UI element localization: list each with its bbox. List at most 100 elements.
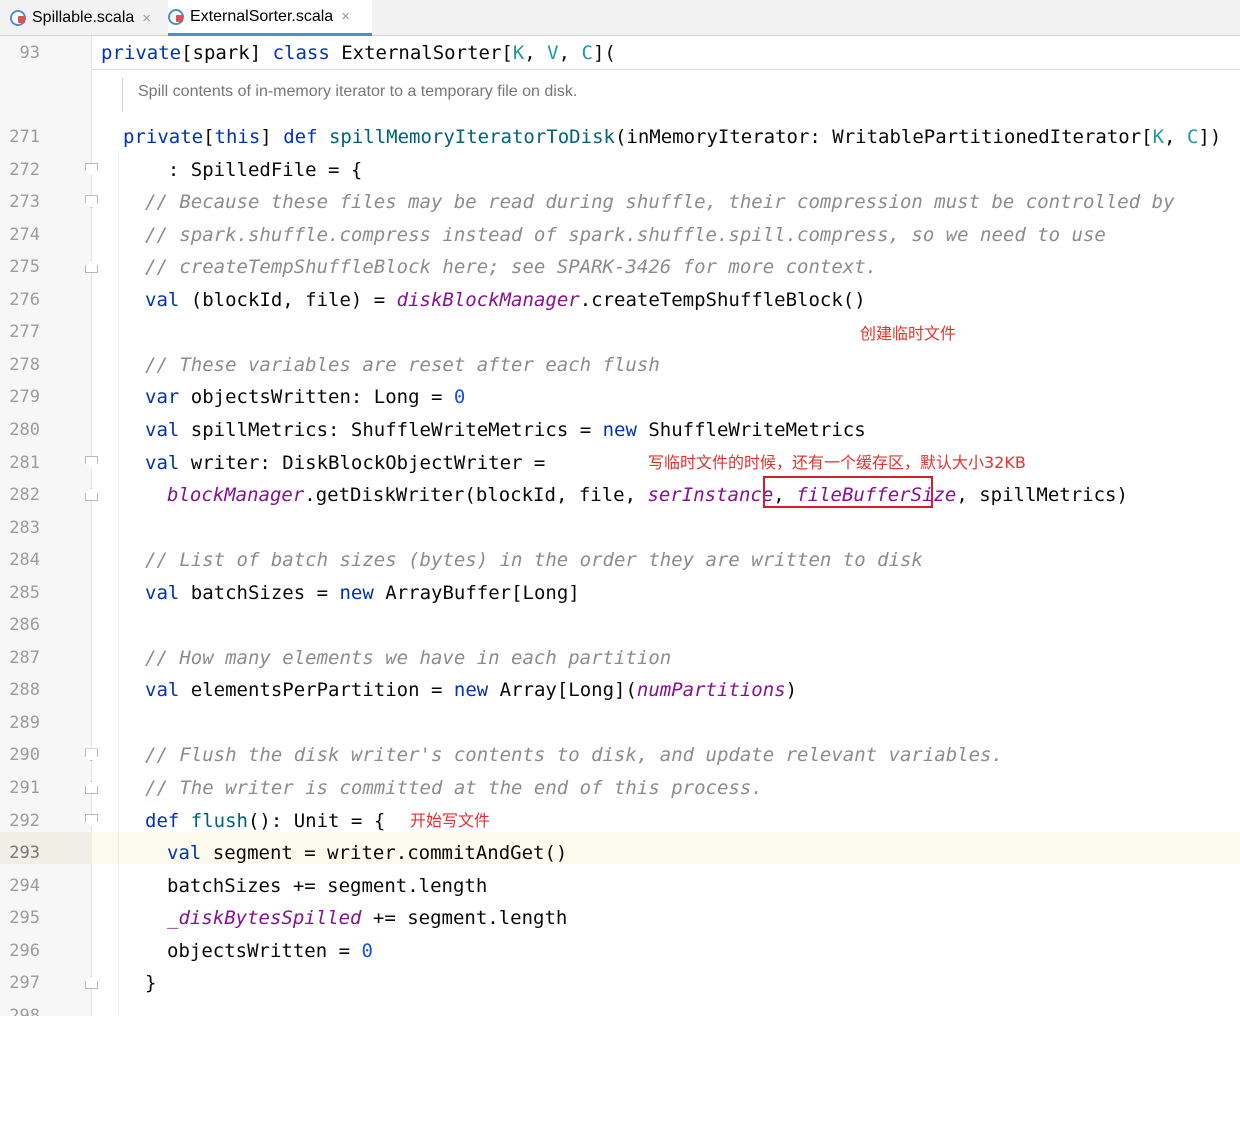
line-number: 282 (9, 485, 40, 506)
code-token: batchSizes = (179, 581, 340, 604)
tab-externalsorter-scala[interactable]: ExternalSorter.scala × (168, 0, 372, 36)
code-token: } (145, 972, 157, 995)
code-token: ) (785, 679, 798, 702)
code-token: blockManager (167, 484, 305, 507)
code-token: serInstance (647, 484, 774, 507)
code-token: elementsPerPartition = (179, 679, 454, 702)
line-number: 280 (9, 419, 40, 440)
code-token: val (145, 581, 180, 604)
code-text: val (blockId, file) = diskBlockManager.c… (145, 289, 866, 311)
line-number: 287 (9, 647, 40, 668)
doc-comment-hint[interactable]: Spill contents of in-memory iterator to … (92, 70, 1240, 116)
code-token: def (283, 126, 318, 148)
code-token: += segment.length (361, 907, 568, 930)
code-token: ]( (592, 42, 616, 64)
code-text: // Flush the disk writer's contents to d… (145, 744, 1003, 766)
editor-tab-bar: Spillable.scala × ExternalSorter.scala × (0, 0, 1240, 36)
code-token: // The writer is committed at the end of… (145, 777, 763, 799)
close-icon[interactable]: × (142, 10, 151, 27)
code-token: var (145, 386, 180, 409)
code-token: ] (260, 126, 284, 148)
code-token: ]) (1198, 126, 1222, 148)
code-token: , (524, 42, 548, 64)
code-text: } (145, 972, 156, 994)
line-number: 277 (9, 322, 40, 343)
line-number: 293 (9, 843, 40, 864)
annotation-create-temp-file: 创建临时文件 (860, 324, 957, 343)
code-text: val batchSizes = new ArrayBuffer[Long] (145, 582, 580, 604)
code-token: // Flush the disk writer's contents to d… (145, 744, 1003, 767)
tab-label: ExternalSorter.scala (190, 7, 334, 25)
sticky-code: private[spark] class ExternalSorter[K, V… (101, 42, 616, 64)
code-token: [ (203, 126, 215, 148)
code-token: ShuffleWriteMetrics (636, 418, 866, 441)
code-token: .getDiskWriter(blockId, file, (304, 484, 648, 507)
code-token: val (145, 288, 180, 311)
line-number: 273 (9, 192, 40, 213)
code-text: val elementsPerPartition = new Array[Lon… (145, 679, 797, 701)
line-number: 276 (9, 289, 40, 310)
code-text: : SpilledFile = { (145, 159, 362, 181)
line-number: 295 (9, 908, 40, 929)
code-text: // The writer is committed at the end of… (145, 777, 763, 799)
code-text: // Because these files may be read durin… (145, 191, 1175, 213)
code-text: _diskBytesSpilled += segment.length (167, 907, 567, 929)
code-token: def (145, 809, 180, 832)
code-token: _diskBytesSpilled (167, 907, 362, 930)
code-token: // Because these files may be read durin… (145, 191, 1175, 214)
code-text: // createTempShuffleBlock here; see SPAR… (145, 256, 877, 278)
code-text: // These variables are reset after each … (145, 354, 660, 376)
code-token: , spillMetrics) (956, 484, 1128, 507)
line-number: 275 (9, 257, 40, 278)
tab-spillable-scala[interactable]: Spillable.scala × (10, 0, 162, 36)
line-number: 290 (9, 745, 40, 766)
scala-file-icon (10, 10, 26, 26)
code-text: objectsWritten = 0 (167, 940, 373, 962)
code-token: spillMemoryIteratorToDisk (328, 126, 615, 148)
code-token: private (101, 42, 182, 64)
code-text: val spillMetrics: ShuffleWriteMetrics = … (145, 419, 866, 441)
doc-hint-text: Spill contents of in-memory iterator to … (138, 83, 578, 100)
code-text: val writer: DiskBlockObjectWriter = (145, 452, 545, 474)
code-token: new (602, 418, 637, 441)
indent-guide (118, 150, 119, 1016)
code-token: new (453, 679, 489, 702)
code-token: : SpilledFile = { (145, 158, 363, 181)
code-token: (inMemoryIterator: WritablePartitionedIt… (614, 126, 1153, 148)
code-token: (): Unit = { (247, 809, 386, 832)
code-token: class (272, 42, 330, 64)
code-text: var objectsWritten: Long = 0 (145, 386, 465, 408)
line-number: 291 (9, 778, 40, 798)
line-number: 289 (9, 712, 40, 733)
code-token: objectsWritten: Long = (179, 386, 454, 409)
scala-file-icon (168, 8, 184, 25)
close-icon[interactable]: × (341, 8, 350, 25)
code-token: val (145, 418, 180, 441)
code-token: C (1186, 126, 1199, 148)
line-number: 286 (9, 615, 40, 636)
code-token: (blockId, file) = (179, 288, 397, 311)
code-token: numPartitions (636, 679, 786, 702)
line-number: 274 (9, 224, 40, 245)
code-token: val (145, 451, 180, 474)
code-text: blockManager.getDiskWriter(blockId, file… (167, 484, 1128, 506)
code-token: , (558, 42, 582, 64)
code-token: , (1164, 126, 1187, 148)
code-text: // spark.shuffle.compress instead of spa… (145, 224, 1106, 246)
code-token: spillMetrics: ShuffleWriteMetrics = (179, 418, 603, 441)
code-token: 0 (361, 939, 373, 962)
line-number: 296 (9, 940, 40, 961)
code-token: C (581, 42, 593, 64)
line-number: 284 (9, 550, 40, 571)
highlight-box-filebuffersize (763, 476, 933, 508)
code-token: K (1152, 126, 1165, 148)
code-token: // List of batch sizes (bytes) in the or… (145, 549, 923, 572)
code-token: val (167, 842, 202, 865)
line-number: 278 (9, 354, 40, 375)
code-token: ExternalSorter[ (329, 42, 513, 64)
code-token: segment = writer.commitAndGet() (201, 842, 568, 865)
tab-label: Spillable.scala (32, 9, 135, 26)
line-number: 294 (9, 875, 40, 896)
code-text: batchSizes += segment.length (167, 875, 487, 897)
